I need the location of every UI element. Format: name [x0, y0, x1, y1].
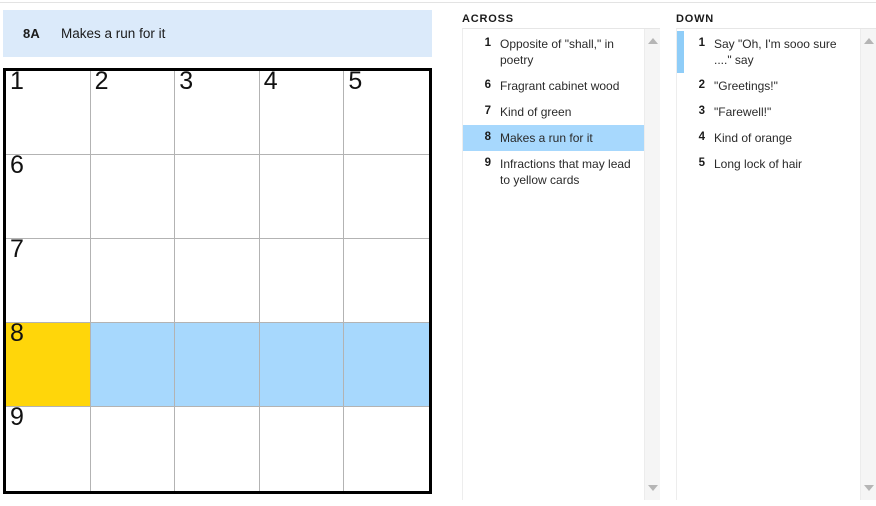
- clue-text: Fragrant cabinet wood: [500, 79, 620, 93]
- clue-list-item[interactable]: 9 Infractions that may lead to yellow car…: [463, 151, 644, 193]
- grid-cell[interactable]: [90, 239, 176, 323]
- grid-cell[interactable]: [175, 323, 260, 407]
- clue-list-item[interactable]: 1 Opposite of "shall," in poetry: [463, 31, 644, 73]
- grid-cell[interactable]: [344, 239, 429, 323]
- triangle-up-icon[interactable]: [861, 33, 876, 49]
- triangle-down-icon[interactable]: [861, 480, 876, 496]
- grid-cell[interactable]: 8: [6, 319, 91, 407]
- grid-cell[interactable]: 2: [90, 67, 176, 155]
- triangle-down-icon[interactable]: [645, 480, 660, 496]
- grid-cell-number: 8: [10, 319, 24, 347]
- grid-cell[interactable]: [175, 407, 260, 491]
- crossword-grid[interactable]: 1 2 3 4 5 6 7 8 9: [3, 68, 432, 494]
- clue-number: 1: [698, 37, 705, 49]
- clue-list-item[interactable]: 6 Fragrant cabinet wood: [463, 73, 644, 99]
- clue-number: 8: [484, 131, 491, 143]
- down-scroll-area[interactable]: 1 Say "Oh, I'm sooo sure ...." say 2 "Greet…: [676, 28, 876, 500]
- clue-text: Kind of green: [500, 105, 572, 119]
- clue-number: 4: [698, 131, 705, 143]
- grid-cell[interactable]: [259, 155, 345, 239]
- grid-cells-container: 1 2 3 4 5 6 7 8 9: [6, 67, 429, 491]
- across-scrollbar[interactable]: [644, 29, 660, 500]
- clue-number: 7: [484, 105, 491, 117]
- clue-number: 6: [484, 79, 491, 91]
- clue-list-item[interactable]: 8 Makes a run for it: [463, 125, 644, 151]
- grid-cell[interactable]: [175, 155, 260, 239]
- clue-list-item[interactable]: 2 "Greetings!": [677, 73, 860, 99]
- grid-cell-number: 6: [10, 151, 24, 179]
- down-clue-panel: DOWN 1 Say "Oh, I'm sooo sure ...." say 2 "…: [676, 0, 876, 506]
- grid-cell[interactable]: [90, 323, 176, 407]
- grid-cell[interactable]: [344, 407, 429, 491]
- clue-text: Opposite of "shall," in poetry: [500, 37, 614, 67]
- triangle-up-icon[interactable]: [645, 33, 660, 49]
- clue-list-item[interactable]: 1 Say "Oh, I'm sooo sure ...." say: [677, 31, 860, 73]
- grid-cell[interactable]: [90, 407, 176, 491]
- clue-number: 3: [698, 105, 705, 117]
- grid-cell[interactable]: [259, 239, 345, 323]
- grid-cell[interactable]: [344, 323, 429, 407]
- grid-cell[interactable]: 4: [259, 67, 345, 155]
- puzzle-pane: 8A Makes a run for it 1 2 3 4 5 6 7 8 9: [0, 0, 440, 506]
- clue-list-item[interactable]: 5 Long lock of hair: [677, 151, 860, 177]
- grid-cell-number: 5: [348, 67, 363, 95]
- clue-list-item[interactable]: 3 "Farewell!": [677, 99, 860, 125]
- grid-cell[interactable]: 1: [6, 67, 91, 155]
- grid-cell-number: 4: [263, 67, 278, 95]
- grid-cell[interactable]: [259, 323, 345, 407]
- grid-cell-number: 3: [179, 67, 194, 95]
- grid-cell[interactable]: 5: [344, 67, 429, 155]
- clue-list-item[interactable]: 4 Kind of orange: [677, 125, 860, 151]
- clue-list-item[interactable]: 7 Kind of green: [463, 99, 644, 125]
- grid-cell[interactable]: [344, 155, 429, 239]
- grid-cell-number: 9: [10, 403, 24, 431]
- clue-text: "Greetings!": [714, 79, 778, 93]
- down-clue-list: 1 Say "Oh, I'm sooo sure ...." say 2 "Greet…: [677, 31, 860, 177]
- grid-cell[interactable]: [90, 155, 176, 239]
- clue-text: Kind of orange: [714, 131, 793, 145]
- down-heading: DOWN: [676, 13, 715, 25]
- across-heading: ACROSS: [462, 13, 514, 25]
- current-clue-number: 8A: [23, 26, 41, 41]
- clue-number: 9: [484, 157, 491, 169]
- across-clue-panel: ACROSS 1 Opposite of "shall," in poetry 6 F…: [462, 0, 660, 506]
- down-scrollbar[interactable]: [860, 29, 876, 500]
- clue-text: Makes a run for it: [500, 131, 593, 145]
- grid-cell[interactable]: 7: [6, 235, 91, 323]
- grid-cell-number: 1: [10, 67, 24, 95]
- grid-cell-number: 2: [94, 67, 109, 95]
- grid-cell[interactable]: 9: [6, 403, 91, 491]
- clue-number: 2: [698, 79, 705, 91]
- across-scroll-area[interactable]: 1 Opposite of "shall," in poetry 6 Fragrant…: [462, 28, 660, 500]
- grid-cell[interactable]: 6: [6, 151, 91, 239]
- clue-text: "Farewell!": [714, 105, 772, 119]
- across-clue-list: 1 Opposite of "shall," in poetry 6 Fragrant…: [463, 31, 644, 193]
- clue-text: Long lock of hair: [714, 157, 803, 171]
- clue-text: Say "Oh, I'm sooo sure ...." say: [714, 37, 837, 67]
- grid-cell[interactable]: [259, 407, 345, 491]
- grid-cell-number: 7: [10, 235, 24, 263]
- clue-text: Infractions that may lead to yellow card…: [500, 157, 631, 187]
- clue-number: 1: [484, 37, 491, 49]
- clue-number: 5: [698, 157, 705, 169]
- grid-cell[interactable]: 3: [175, 67, 260, 155]
- current-clue-text: Makes a run for it: [61, 26, 166, 41]
- current-clue-bar[interactable]: 8A Makes a run for it: [3, 10, 432, 57]
- grid-cell[interactable]: [175, 239, 260, 323]
